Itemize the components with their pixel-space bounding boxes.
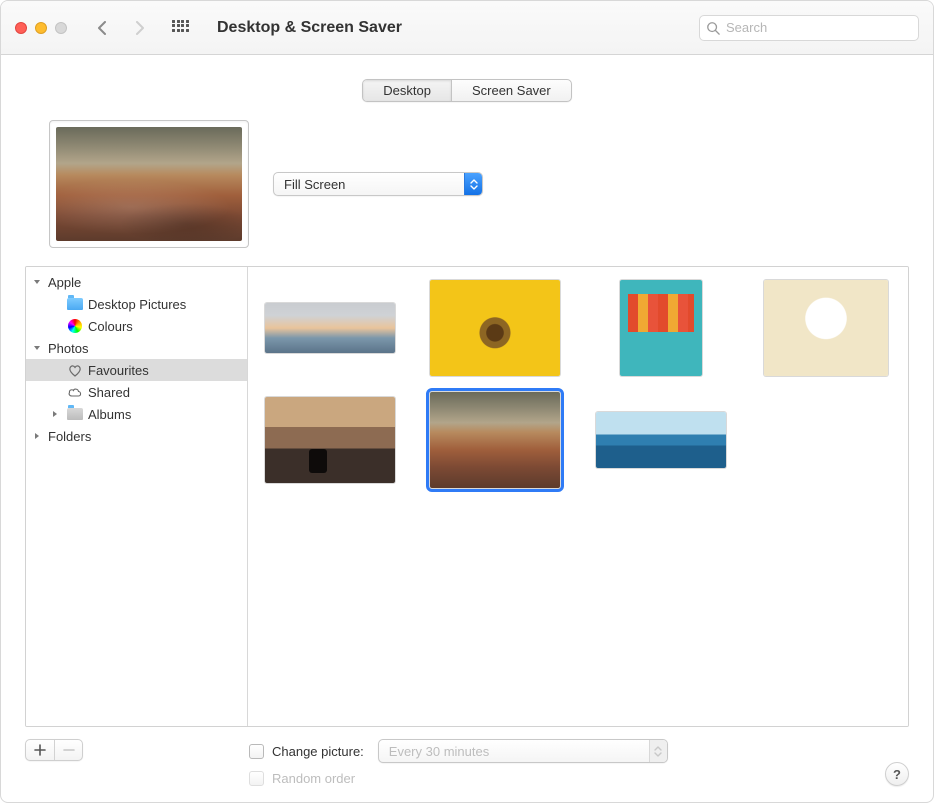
window-title: Desktop & Screen Saver xyxy=(217,19,402,37)
thumbnail-image xyxy=(596,412,726,468)
traffic-lights xyxy=(15,22,67,34)
preferences-window: Desktop & Screen Saver Desktop Screen Sa… xyxy=(0,0,934,803)
titlebar: Desktop & Screen Saver xyxy=(1,1,933,55)
disclosure-triangle-icon[interactable] xyxy=(30,278,44,286)
thumbnail[interactable] xyxy=(428,389,562,491)
thumbnail[interactable] xyxy=(263,277,397,379)
display-mode-label: Fill Screen xyxy=(284,177,345,192)
sidebar-item-label: Colours xyxy=(88,319,133,334)
thumbnail[interactable] xyxy=(759,277,893,379)
help-button[interactable]: ? xyxy=(885,762,909,786)
sidebar-item-albums[interactable]: Albums xyxy=(26,403,247,425)
question-mark-icon: ? xyxy=(893,767,901,782)
thumbnail-image xyxy=(764,280,888,376)
source-sidebar: Apple Desktop Pictures Colours Photo xyxy=(26,267,248,726)
folder-icon xyxy=(66,408,84,420)
disclosure-triangle-icon[interactable] xyxy=(48,410,62,418)
search-icon xyxy=(706,21,720,35)
change-picture-label: Change picture: xyxy=(272,744,364,759)
tab-bar: Desktop Screen Saver xyxy=(25,79,909,102)
sidebar-item-favourites[interactable]: Favourites xyxy=(26,359,247,381)
nav-forward-button[interactable] xyxy=(125,16,153,40)
chevron-right-icon xyxy=(133,21,145,35)
window-zoom-button xyxy=(55,22,67,34)
chevron-left-icon xyxy=(97,21,109,35)
sidebar-item-shared[interactable]: Shared xyxy=(26,381,247,403)
display-mode-popup[interactable]: Fill Screen xyxy=(273,172,483,196)
chevron-up-icon xyxy=(654,746,662,751)
cloud-icon xyxy=(66,387,84,398)
grid-icon xyxy=(172,20,188,36)
sidebar-group-folders[interactable]: Folders xyxy=(26,425,247,447)
search-input[interactable] xyxy=(726,20,912,35)
sidebar-item-label: Desktop Pictures xyxy=(88,297,186,312)
thumbnail[interactable] xyxy=(594,277,728,379)
chevron-down-icon xyxy=(470,185,478,190)
sidebar-item-label: Favourites xyxy=(88,363,149,378)
thumbnail[interactable] xyxy=(263,389,397,491)
split-view: Apple Desktop Pictures Colours Photo xyxy=(25,266,909,727)
desktop-preview-image xyxy=(56,127,242,241)
content-area: Desktop Screen Saver Fill Screen xyxy=(1,55,933,802)
disclosure-triangle-icon[interactable] xyxy=(30,432,44,440)
sidebar-group-label: Apple xyxy=(48,275,81,290)
thumbnail[interactable] xyxy=(428,277,562,379)
color-wheel-icon xyxy=(66,319,84,333)
random-order-label: Random order xyxy=(272,771,355,786)
change-interval-label: Every 30 minutes xyxy=(389,744,489,759)
change-interval-popup: Every 30 minutes xyxy=(378,739,668,763)
folder-icon xyxy=(66,298,84,310)
preview-row: Fill Screen xyxy=(25,120,909,248)
random-order-checkbox-row: Random order xyxy=(249,771,668,786)
sidebar-group-label: Folders xyxy=(48,429,91,444)
chevron-up-icon xyxy=(470,179,478,184)
tab-segmented-control: Desktop Screen Saver xyxy=(362,79,571,102)
chevron-down-icon xyxy=(654,752,662,757)
sidebar-item-label: Albums xyxy=(88,407,131,422)
add-folder-button[interactable] xyxy=(26,740,54,760)
thumbnail-image xyxy=(430,280,560,376)
thumbnail-image xyxy=(265,303,395,353)
thumbnail-image xyxy=(620,280,702,376)
heart-icon xyxy=(66,364,84,377)
plus-icon xyxy=(34,744,46,756)
thumbnail[interactable] xyxy=(594,389,728,491)
window-minimize-button[interactable] xyxy=(35,22,47,34)
sidebar-group-label: Photos xyxy=(48,341,88,356)
random-order-checkbox xyxy=(249,771,264,786)
nav-back-button[interactable] xyxy=(89,16,117,40)
window-close-button[interactable] xyxy=(15,22,27,34)
thumbnail-image xyxy=(430,392,560,488)
popup-stepper-icon xyxy=(464,173,482,195)
add-remove-group xyxy=(25,739,83,761)
sidebar-item-desktop-pictures[interactable]: Desktop Pictures xyxy=(26,293,247,315)
change-picture-checkbox-row[interactable]: Change picture: xyxy=(249,744,364,759)
remove-folder-button xyxy=(54,740,82,760)
change-picture-controls: Change picture: Every 30 minutes Random … xyxy=(249,739,668,786)
thumbnail-image xyxy=(265,397,395,483)
sidebar-item-colours[interactable]: Colours xyxy=(26,315,247,337)
footer-row: Change picture: Every 30 minutes Random … xyxy=(25,727,909,786)
sidebar-group-apple[interactable]: Apple xyxy=(26,271,247,293)
show-all-prefs-button[interactable] xyxy=(165,16,195,40)
sidebar-group-photos[interactable]: Photos xyxy=(26,337,247,359)
sidebar-item-label: Shared xyxy=(88,385,130,400)
thumbnail-gallery xyxy=(248,267,908,726)
desktop-preview-well xyxy=(49,120,249,248)
minus-icon xyxy=(63,744,75,756)
search-field[interactable] xyxy=(699,15,919,41)
change-picture-checkbox[interactable] xyxy=(249,744,264,759)
tab-desktop[interactable]: Desktop xyxy=(363,80,451,101)
tab-screensaver[interactable]: Screen Saver xyxy=(451,80,571,101)
popup-stepper-icon xyxy=(649,740,667,762)
disclosure-triangle-icon[interactable] xyxy=(30,344,44,352)
